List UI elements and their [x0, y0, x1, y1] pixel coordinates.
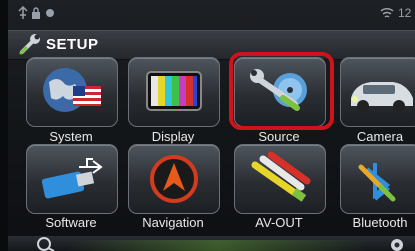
system-tile[interactable]	[26, 57, 118, 127]
search-icon[interactable]	[34, 236, 58, 251]
software-label: Software	[45, 215, 97, 230]
setup-title-bar: SETUP	[8, 30, 415, 60]
camera-car-icon	[351, 82, 413, 112]
navigation-tile[interactable]	[128, 144, 220, 214]
camera-label: Camera	[356, 129, 404, 144]
bluetooth-wrench-icon	[358, 163, 396, 202]
av-out-tile[interactable]	[234, 144, 326, 214]
bluetooth-label: Bluetooth	[352, 215, 408, 230]
navigation-label: Navigation	[142, 215, 204, 230]
wifi-icon	[380, 7, 394, 18]
navigation-arrow-icon	[150, 155, 198, 203]
camera-tile[interactable]	[340, 57, 415, 127]
status-time: 12	[398, 6, 412, 20]
system-globe-flag-icon	[43, 68, 101, 112]
display-tv-bars-icon	[146, 71, 202, 111]
lock-icon	[32, 7, 40, 19]
software-tile[interactable]	[26, 144, 118, 214]
screen: 12 SETUP System Display Source Camera So…	[8, 0, 415, 251]
page-title: SETUP	[46, 36, 99, 53]
phone-link-icon	[18, 6, 28, 19]
software-usb-icon	[41, 158, 103, 199]
display-tile[interactable]	[128, 57, 220, 127]
bottom-glow	[68, 240, 368, 251]
source-label: Source	[258, 129, 300, 144]
av-out-rca-cable-icon	[251, 151, 311, 202]
source-selection-highlight	[229, 52, 334, 130]
record-dot-icon	[46, 9, 54, 17]
status-bar: 12	[8, 6, 415, 24]
wrench-icon	[19, 34, 40, 55]
bluetooth-tile[interactable]	[340, 144, 415, 214]
display-label: Display	[151, 129, 195, 144]
av-out-label: AV-OUT	[255, 215, 303, 230]
system-label: System	[49, 129, 93, 144]
gear-icon[interactable]	[386, 236, 408, 251]
